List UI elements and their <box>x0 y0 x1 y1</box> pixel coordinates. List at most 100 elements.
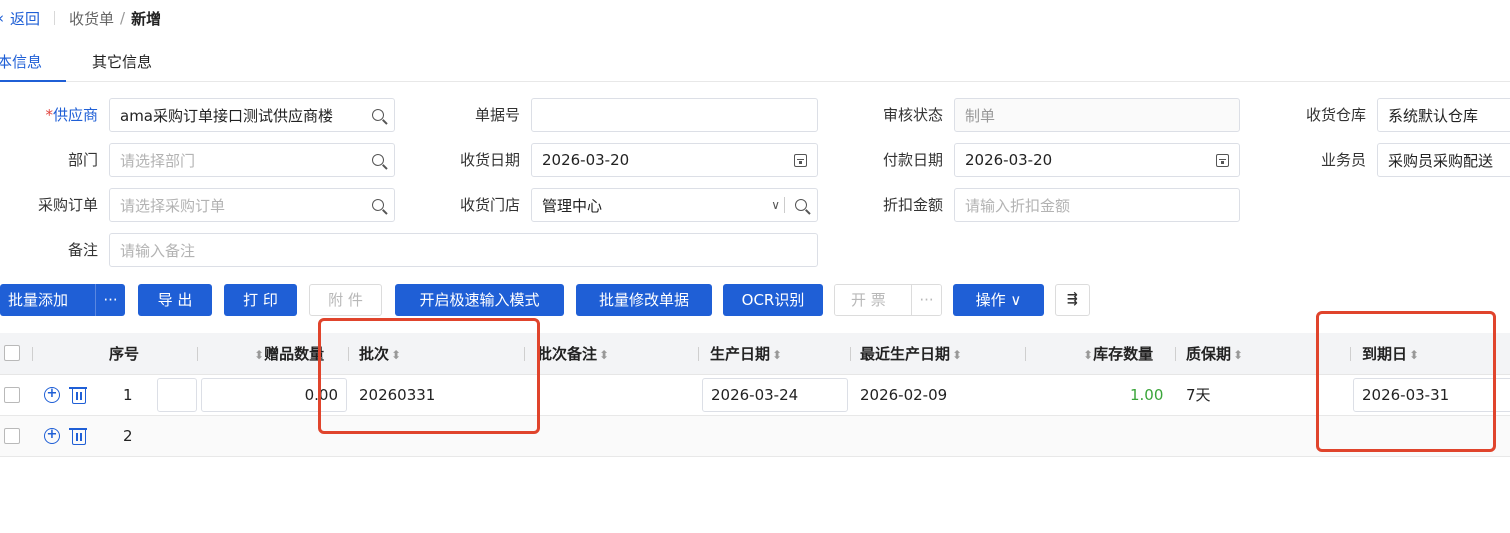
column-header-prod-date[interactable]: 生产日期 ⬍ <box>710 333 782 375</box>
column-divider <box>1025 347 1026 361</box>
sort-icon[interactable]: ⬍ <box>772 348 782 362</box>
tab-basic-info[interactable]: 基本信息 <box>0 44 67 82</box>
sort-icon[interactable]: ⬍ <box>599 348 609 362</box>
remark-label: 备注 <box>67 241 98 259</box>
remark-placeholder: 请输入备注 <box>120 241 196 260</box>
attachment-button[interactable]: 附 件 <box>309 284 382 316</box>
search-icon[interactable] <box>372 199 384 211</box>
invoice-button[interactable]: 开 票 <box>835 285 911 315</box>
cell-seq: 2 <box>123 427 133 445</box>
divider <box>54 11 56 25</box>
invoice-more-button[interactable]: ··· <box>911 285 941 315</box>
ocr-button[interactable]: OCR识别 <box>723 284 823 316</box>
receive-store-label: 收货门店 <box>459 196 520 214</box>
export-button[interactable]: 导 出 <box>138 284 212 316</box>
fast-input-mode-button[interactable]: 开启极速输入模式 <box>395 284 564 316</box>
audit-status-input: 制单 <box>954 98 1240 132</box>
purchase-order-placeholder: 请选择采购订单 <box>120 196 226 215</box>
column-divider <box>698 347 699 361</box>
sort-icon[interactable]: ⬍ <box>1233 348 1243 362</box>
doc-no-input[interactable] <box>531 98 818 132</box>
row-checkbox[interactable] <box>4 428 20 444</box>
highlight-box-expire-date <box>1316 311 1496 452</box>
select-all-checkbox[interactable] <box>4 345 20 361</box>
add-row-icon[interactable]: + <box>44 387 60 403</box>
batch-edit-button[interactable]: 批量修改单据 <box>576 284 712 316</box>
column-header-batch-remark[interactable]: 批次备注 ⬍ <box>537 333 609 375</box>
search-icon[interactable] <box>372 109 384 121</box>
doc-no-label: 单据号 <box>474 106 520 124</box>
warehouse-input[interactable]: 系统默认仓库 <box>1377 98 1510 132</box>
row-checkbox[interactable] <box>4 387 20 403</box>
column-header-stock-qty[interactable]: ⬍库存数量 <box>1081 333 1153 375</box>
breadcrumb-separator: / <box>120 9 126 27</box>
column-divider <box>32 347 33 361</box>
batch-add-more-button[interactable]: ··· <box>95 284 125 316</box>
top-bar: ‹ 返回 收货单 / 新增 <box>0 0 1510 36</box>
chevron-left-icon: ‹ <box>0 9 4 27</box>
operate-dropdown-button[interactable]: 操作 ∨ <box>953 284 1044 316</box>
cell-recent-prod-date: 2026-02-09 <box>860 386 948 404</box>
tab-other-info[interactable]: 其它信息 <box>92 44 176 82</box>
column-header-seq: 序号 <box>109 345 140 363</box>
search-icon[interactable] <box>372 154 384 166</box>
back-label: 返回 <box>10 9 41 28</box>
breadcrumb-current: 新增 <box>131 9 162 28</box>
sort-icon[interactable]: ⬍ <box>1083 348 1093 362</box>
tab-bar: 基本信息 其它信息 <box>0 44 1510 82</box>
remark-input[interactable]: 请输入备注 <box>109 233 818 267</box>
receive-date-label: 收货日期 <box>459 151 520 169</box>
cell-stock-qty: 1.00 <box>1130 386 1164 404</box>
audit-status-label: 审核状态 <box>882 106 943 124</box>
audit-status-value: 制单 <box>965 106 996 125</box>
sort-icon[interactable]: ⬍ <box>254 348 264 362</box>
discount-placeholder: 请输入折扣金额 <box>965 196 1071 215</box>
delete-row-icon[interactable] <box>69 428 87 445</box>
divider <box>784 197 785 213</box>
breadcrumb-parent[interactable]: 收货单 <box>69 8 114 29</box>
column-header-shelf-life[interactable]: 质保期 ⬍ <box>1186 333 1243 375</box>
salesman-input[interactable]: 采购员采购配送 <box>1377 143 1510 177</box>
print-button[interactable]: 打 印 <box>224 284 297 316</box>
cell-empty-input[interactable] <box>157 378 197 412</box>
purchase-order-input[interactable]: 请选择采购订单 <box>109 188 395 222</box>
cell-prod-date-input[interactable]: 2026-03-24 <box>702 378 848 412</box>
warehouse-value: 系统默认仓库 <box>1388 106 1479 125</box>
column-header-recent-prod-date[interactable]: 最近生产日期 ⬍ <box>860 333 962 375</box>
column-header-gift-qty[interactable]: ⬍赠品数量 <box>252 333 324 375</box>
pay-date-input[interactable]: 2026-03-20 <box>954 143 1240 177</box>
discount-input[interactable]: 请输入折扣金额 <box>954 188 1240 222</box>
department-label: 部门 <box>67 151 98 169</box>
discount-label: 折扣金额 <box>882 196 943 214</box>
receive-store-value: 管理中心 <box>542 196 603 215</box>
chevron-down-icon[interactable]: ∨ <box>771 198 780 212</box>
sort-icon[interactable]: ⬍ <box>952 348 962 362</box>
table-header: 序号 ⬍赠品数量 批次 ⬍ 批次备注 ⬍ 生产日期 ⬍ 最近生产日期 ⬍ ⬍库存数量 质… <box>0 333 1510 375</box>
batch-add-button-group: 批量添加 ··· <box>0 284 125 316</box>
table-row: + 1 0.00 20260331 2026-03-24 2026-02-09 … <box>0 375 1510 416</box>
department-placeholder: 请选择部门 <box>120 151 196 170</box>
column-settings-icon[interactable]: ⇶ <box>1055 284 1090 316</box>
delete-row-icon[interactable] <box>69 387 87 404</box>
supplier-input[interactable]: ama采购订单接口测试供应商楼 <box>109 98 395 132</box>
receive-date-input[interactable]: 2026-03-20 <box>531 143 818 177</box>
highlight-box-batch <box>318 318 540 434</box>
column-divider <box>197 347 198 361</box>
pay-date-label: 付款日期 <box>882 151 943 169</box>
supplier-value: ama采购订单接口测试供应商楼 <box>120 106 333 125</box>
search-icon[interactable] <box>795 199 807 211</box>
cell-seq: 1 <box>123 386 133 404</box>
calendar-icon[interactable] <box>1216 153 1229 167</box>
department-input[interactable]: 请选择部门 <box>109 143 395 177</box>
batch-add-button[interactable]: 批量添加 <box>0 284 95 316</box>
invoice-button-group: 开 票 ··· <box>834 284 942 316</box>
column-divider <box>850 347 851 361</box>
calendar-icon[interactable] <box>794 153 807 167</box>
receive-store-select[interactable]: 管理中心 ∨ <box>531 188 818 222</box>
supplier-label: *供应商 <box>45 106 98 124</box>
add-row-icon[interactable]: + <box>44 428 60 444</box>
salesman-label: 业务员 <box>1320 151 1366 169</box>
salesman-value: 采购员采购配送 <box>1388 151 1494 170</box>
cell-shelf-life: 7天 <box>1186 386 1211 404</box>
back-button[interactable]: ‹ 返回 <box>0 8 40 29</box>
